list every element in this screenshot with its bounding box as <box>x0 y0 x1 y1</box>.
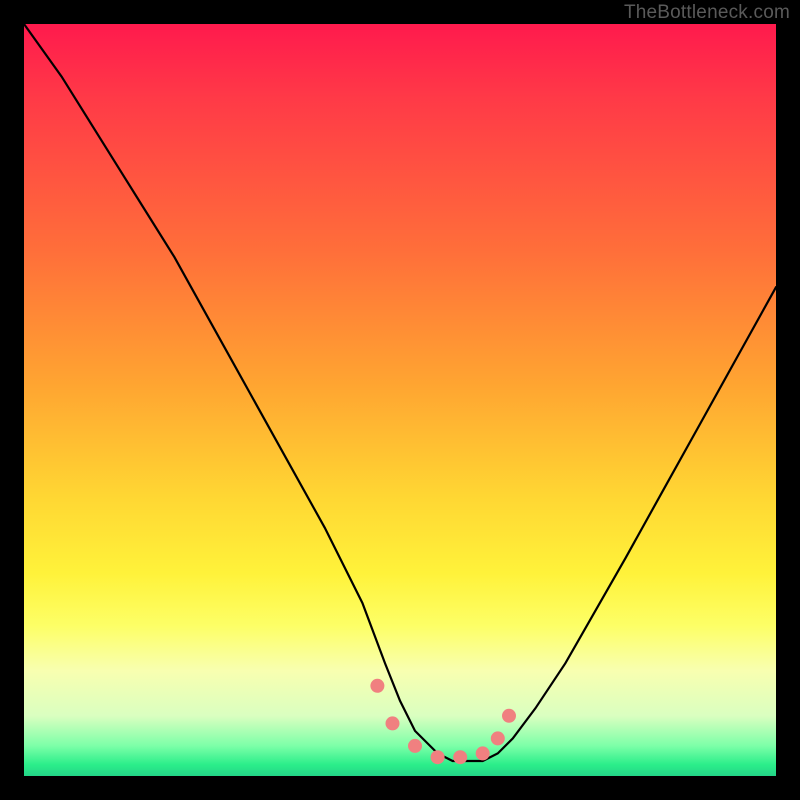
highlight-dot <box>386 716 400 730</box>
highlight-dot <box>476 746 490 760</box>
highlight-dot <box>431 750 445 764</box>
highlight-dot <box>502 709 516 723</box>
highlight-dot <box>491 731 505 745</box>
bottleneck-curve <box>24 24 776 761</box>
highlight-dot <box>370 679 384 693</box>
chart-frame: TheBottleneck.com <box>0 0 800 800</box>
watermark-text: TheBottleneck.com <box>624 2 790 24</box>
plot-area <box>24 24 776 776</box>
highlight-dot <box>453 750 467 764</box>
chart-svg <box>24 24 776 776</box>
highlight-dots-group <box>370 679 516 764</box>
highlight-dot <box>408 739 422 753</box>
